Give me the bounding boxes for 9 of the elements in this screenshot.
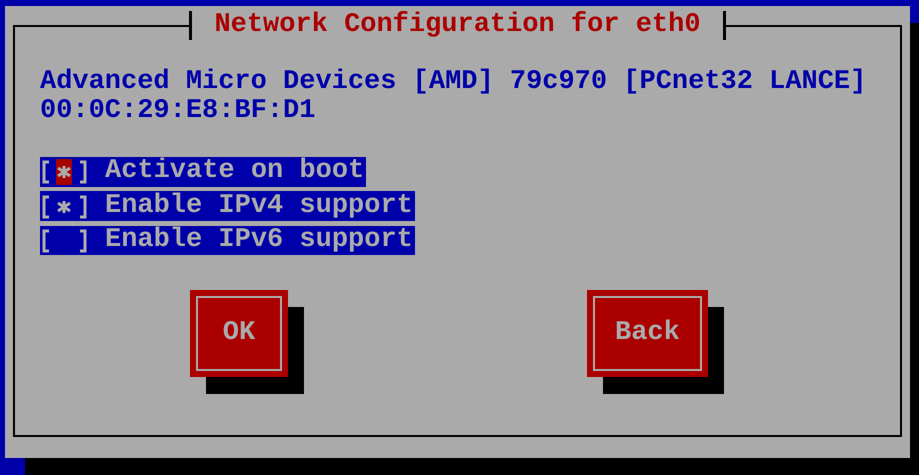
option-label: Enable IPv4 support (105, 192, 413, 221)
device-name: Advanced Micro Devices [AMD] 79c970 [PCnet32 LANCE] (40, 68, 868, 97)
option-label: Activate on boot (105, 157, 364, 186)
dialog-button[interactable]: Back (587, 290, 708, 377)
window-title: Network Configuration for eth0 (189, 11, 726, 40)
dialog-button[interactable]: OK (190, 290, 288, 377)
option-label: Enable IPv6 support (105, 226, 413, 255)
mac-address: 00:0C:29:E8:BF:D1 (40, 97, 316, 126)
checkbox[interactable] (40, 157, 89, 186)
